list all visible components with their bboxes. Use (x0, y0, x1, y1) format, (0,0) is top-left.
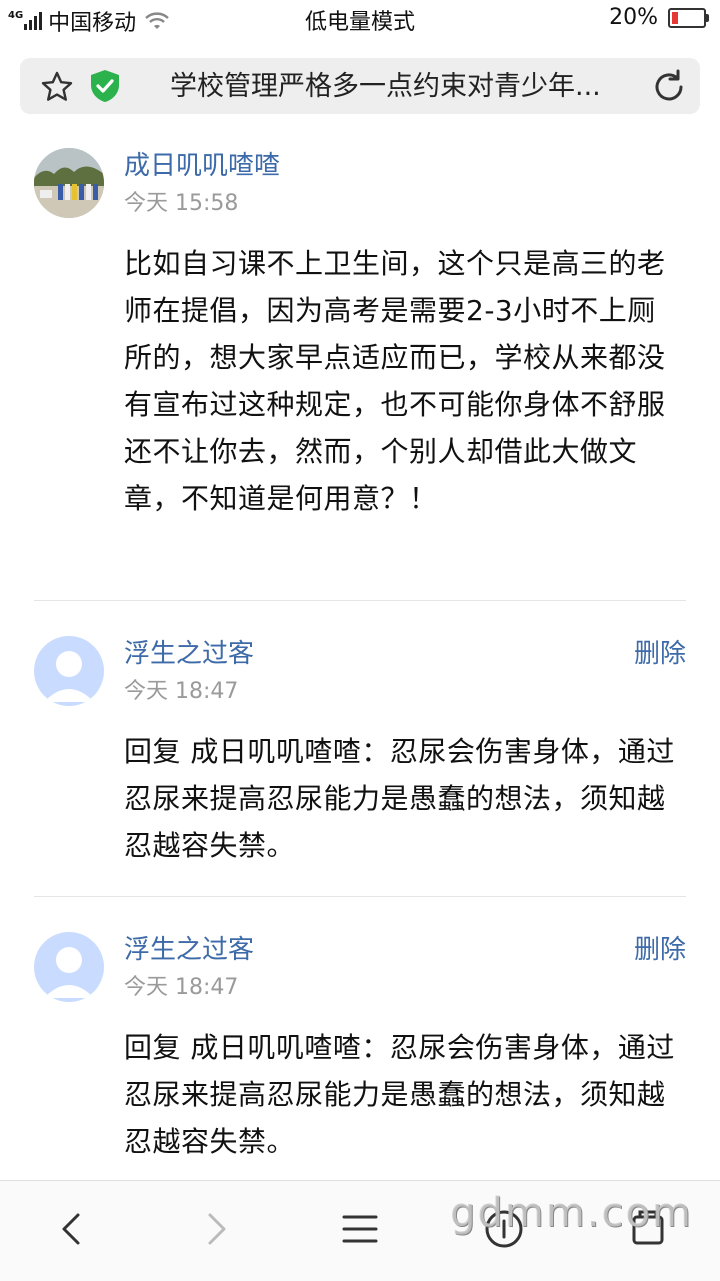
comment-time: 今天 18:47 (124, 975, 239, 1000)
status-bar: 4G 中国移动 低电量模式 20% (0, 0, 720, 38)
avatar-photo-icon (34, 148, 104, 218)
delete-button[interactable]: 删除 (634, 638, 686, 670)
default-avatar-icon (44, 651, 94, 702)
delete-button[interactable]: 删除 (634, 934, 686, 966)
comment-time: 今天 18:47 (124, 679, 239, 704)
comment-username[interactable]: 成日叽叽喳喳 (124, 150, 280, 182)
comment-username[interactable]: 浮生之过客 (124, 638, 254, 670)
avatar[interactable] (34, 148, 104, 218)
battery-percent: 20% (609, 5, 658, 30)
menu-icon[interactable] (338, 1207, 382, 1251)
divider (34, 896, 686, 897)
comment-username[interactable]: 浮生之过客 (124, 934, 254, 966)
avatar[interactable] (34, 636, 104, 706)
reload-icon[interactable] (650, 68, 688, 106)
comment-text: 回复 成日叽叽喳喳：忍尿会伤害身体，通过忍尿来提高忍尿能力是愚蠢的想法，须知越忍… (124, 1031, 675, 1158)
battery-level-fill (672, 11, 678, 24)
back-arrow-icon[interactable] (50, 1207, 94, 1251)
status-right: 20% (609, 5, 709, 30)
comment-time: 今天 15:58 (124, 191, 239, 216)
page-title[interactable]: 学校管理严格多一点约束对青少年... (170, 70, 650, 104)
divider (34, 600, 686, 601)
default-avatar-icon (44, 947, 94, 998)
site-watermark: gdmm.com (450, 1190, 693, 1236)
avatar[interactable] (34, 932, 104, 1002)
address-bar[interactable]: 学校管理严格多一点约束对青少年... (20, 58, 700, 114)
bookmark-star-icon[interactable] (40, 70, 74, 104)
comment-text: 回复 成日叽叽喳喳：忍尿会伤害身体，通过忍尿来提高忍尿能力是愚蠢的想法，须知越忍… (124, 735, 675, 862)
battery-icon (668, 7, 709, 28)
comment-text: 比如自习课不上卫生间，这个只是高三的老师在提倡，因为高考是需要2-3小时不上厕所… (124, 247, 666, 515)
security-shield-icon[interactable] (88, 68, 122, 104)
forward-arrow-icon[interactable] (194, 1207, 238, 1251)
